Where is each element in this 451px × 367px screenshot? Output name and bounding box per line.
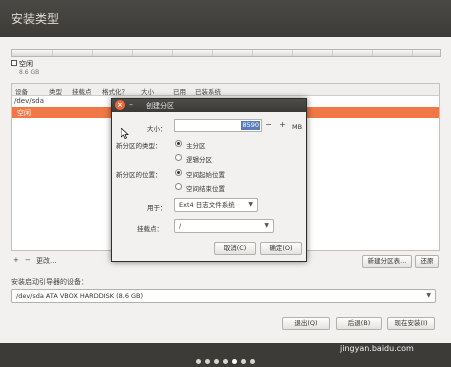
partition-type-label: 新分区的类型： <box>116 142 162 150</box>
progress-dot <box>250 359 255 364</box>
mount-point-value: / <box>179 222 182 230</box>
back-button[interactable]: 后退(B) <box>336 317 382 330</box>
free-space-label: 空闲 <box>19 60 33 68</box>
close-icon[interactable]: × <box>115 100 125 110</box>
progress-dot <box>223 359 228 364</box>
mount-point-label: 挂载点： <box>137 225 163 233</box>
size-decrease-button[interactable]: − <box>262 119 275 132</box>
dropdown-arrow-icon: ▼ <box>426 292 431 299</box>
primary-partition-label: 主分区 <box>186 142 206 150</box>
size-unit-label: MB <box>292 123 303 131</box>
use-as-value: Ext4 日志文件系统 <box>179 201 235 209</box>
location-start-label: 空间起始位置 <box>186 171 225 179</box>
cancel-button[interactable]: 取消(C) <box>214 242 256 255</box>
dialog-title: 创建分区 <box>146 102 174 110</box>
location-end-label: 空间结束位置 <box>186 185 225 193</box>
primary-partition-radio[interactable] <box>175 140 182 147</box>
window-title: 安装类型 <box>11 12 60 26</box>
table-header: 设备 类型 挂载点 格式化？ 大小 已用 已装系统 <box>12 84 439 96</box>
install-now-button[interactable]: 现在安装(I) <box>387 317 435 330</box>
progress-dot <box>214 359 219 364</box>
column-header[interactable]: 类型 <box>49 86 62 96</box>
use-as-select[interactable]: Ext4 日志文件系统 ▼ <box>174 198 258 212</box>
column-header[interactable]: 已装系统 <box>195 86 221 96</box>
create-partition-dialog: × – 创建分区 大小： 8590 − + MB 新分区的类型： 主分区 逻辑分… <box>111 98 307 262</box>
progress-dot <box>196 359 201 364</box>
boot-device-value: /dev/sda ATA VBOX HARDDISK (8.6 GB) <box>16 292 144 300</box>
progress-dot <box>232 359 237 364</box>
column-header[interactable]: 设备 <box>15 86 28 96</box>
free-space-swatch <box>11 60 17 66</box>
partition-location-label: 新分区的位置： <box>116 171 162 179</box>
column-header[interactable]: 大小 <box>141 86 154 96</box>
quit-button[interactable]: 退出(Q) <box>282 317 330 330</box>
column-header[interactable]: 已用 <box>173 86 186 96</box>
column-header[interactable]: 挂载点 <box>72 86 92 96</box>
progress-dot <box>205 359 210 364</box>
size-input[interactable]: 8590 <box>174 119 262 132</box>
logical-partition-label: 逻辑分区 <box>186 156 212 164</box>
progress-dot <box>241 359 246 364</box>
use-as-label: 用于： <box>147 204 167 212</box>
new-partition-table-button[interactable]: 新建分区表... <box>362 255 412 268</box>
remove-partition-button[interactable]: − <box>25 256 31 268</box>
dialog-titlebar: × – 创建分区 <box>112 99 306 112</box>
ok-button[interactable]: 确定(O) <box>260 242 302 255</box>
boot-device-select[interactable]: /dev/sda ATA VBOX HARDDISK (8.6 GB) ▼ <box>11 289 436 303</box>
mount-point-input[interactable]: / ▼ <box>174 219 274 233</box>
add-partition-button[interactable]: + <box>13 256 19 268</box>
dropdown-arrow-icon: ▼ <box>248 201 253 208</box>
mouse-cursor-icon <box>121 128 129 139</box>
free-space-size: 8.6 GB <box>19 69 40 76</box>
logical-partition-radio[interactable] <box>175 154 182 161</box>
device-cell: /dev/sda <box>14 97 44 105</box>
minimize-icon[interactable]: – <box>129 100 133 110</box>
location-start-radio[interactable] <box>175 169 182 176</box>
location-end-radio[interactable] <box>175 183 182 190</box>
device-cell: 空闲 <box>17 109 31 117</box>
boot-device-label: 安装启动引导器的设备： <box>11 278 88 286</box>
dropdown-arrow-icon: ▼ <box>264 222 269 229</box>
size-increase-button[interactable]: + <box>276 119 289 132</box>
revert-button[interactable]: 还原 <box>415 255 439 268</box>
size-value: 8590 <box>241 121 260 130</box>
change-partition-button[interactable]: 更改... <box>36 256 57 268</box>
window-titlebar: 安装类型 <box>0 0 451 37</box>
watermark-text: jingyan.baidu.com <box>340 344 414 353</box>
size-label: 大小： <box>147 125 167 133</box>
disk-usage-bar <box>11 49 441 57</box>
column-header[interactable]: 格式化？ <box>102 86 128 96</box>
